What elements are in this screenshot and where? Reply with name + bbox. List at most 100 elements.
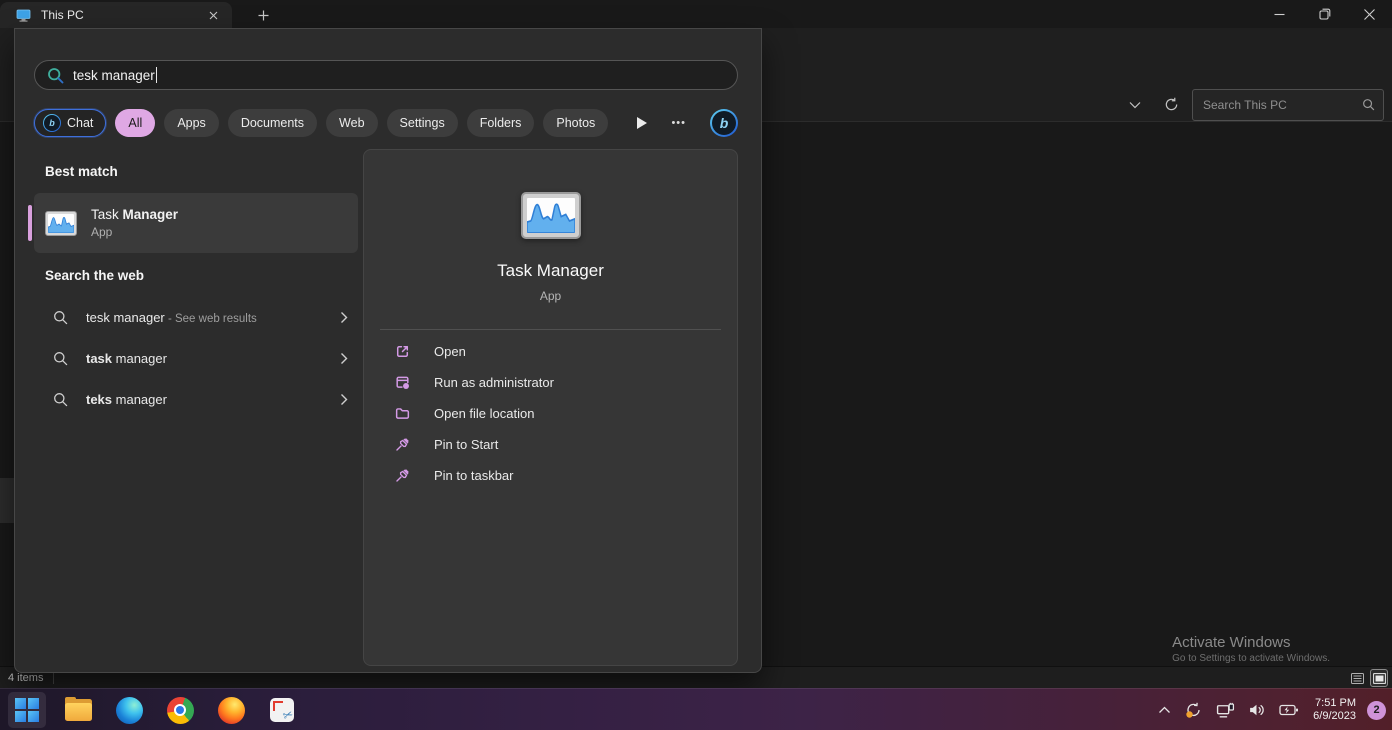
web-suggestion-row[interactable]: task manager [34,338,358,378]
action-pin-to-taskbar[interactable]: Pin to taskbar [364,460,737,491]
task-manager-icon-large [521,192,581,239]
web-suggestion-row[interactable]: teks manager [34,379,358,419]
pin-to-taskbar-icon [394,467,411,484]
chip-settings[interactable]: Settings [387,109,458,137]
snipping-tool-button[interactable]: ✂ [263,692,301,728]
search-filter-chips: b Chat All Apps Documents Web Settings F… [34,108,744,138]
action-label: Open [434,344,466,359]
tab-close-icon[interactable] [204,6,222,24]
notification-badge[interactable]: 2 [1367,701,1386,720]
file-explorer-icon [65,699,92,721]
chrome-icon [167,697,194,724]
window-controls [1257,0,1392,28]
network-button[interactable] [1213,695,1238,725]
clock-time: 7:51 PM [1313,697,1356,710]
chevron-up-icon [1158,706,1171,714]
volume-button[interactable] [1245,695,1269,725]
app-name-prefix: Task [91,207,123,222]
chip-apps-label: Apps [177,116,206,130]
action-open-file-location[interactable]: Open file location [364,398,737,429]
taskbar-clock[interactable]: 7:51 PM 6/9/2023 [1313,697,1356,723]
edge-button[interactable] [110,692,148,728]
chip-all[interactable]: All [115,109,155,137]
restore-button[interactable] [1302,0,1347,28]
action-run-as-administrator[interactable]: Run as administrator [364,367,737,398]
pin-to-start-icon [394,436,411,453]
speaker-icon [1248,702,1266,718]
nav-pane-fragment [0,478,14,523]
best-match-text: Task Manager App [91,207,178,239]
minimize-button[interactable] [1257,0,1302,28]
app-name-matched: Manager [123,207,179,222]
task-manager-icon [45,211,77,236]
sync-icon [1184,701,1203,719]
close-button[interactable] [1347,0,1392,28]
chip-photos-label: Photos [556,116,595,130]
chip-chat-label: Chat [67,116,93,130]
search-icon [53,351,68,366]
firefox-icon [218,697,245,724]
battery-button[interactable] [1276,695,1302,725]
status-separator [53,672,54,684]
more-options-icon[interactable]: ••• [671,117,686,129]
chip-folders-label: Folders [480,116,522,130]
chrome-button[interactable] [161,692,199,728]
app-type-label: App [91,225,178,239]
this-pc-icon [16,9,31,22]
chip-apps[interactable]: Apps [164,109,219,137]
battery-charging-icon [1279,703,1299,717]
file-explorer-button[interactable] [59,692,97,728]
web-suggestion-row[interactable]: tesk manager - See web results [34,297,358,337]
explorer-tab-this-pc[interactable]: This PC [0,2,232,28]
chip-all-label: All [128,116,142,130]
explorer-search-box[interactable] [1192,89,1384,121]
chip-documents-label: Documents [241,116,304,130]
new-tab-button[interactable] [252,5,274,25]
search-icon [1362,98,1375,111]
chip-photos[interactable]: Photos [543,109,608,137]
search-the-web-heading: Search the web [45,268,144,283]
chip-folders[interactable]: Folders [467,109,535,137]
search-query-text: tesk manager [73,68,155,83]
network-icon [1216,702,1235,719]
refresh-icon[interactable] [1156,91,1186,119]
explorer-tab-bar: This PC [0,0,1392,28]
details-view-icon[interactable] [1348,669,1366,687]
snipping-tool-icon: ✂ [270,698,294,722]
item-count-label: 4 items [8,672,43,684]
preview-divider [380,329,721,330]
windows-search-flyout: tesk manager b Chat All Apps Documents W… [14,28,762,673]
action-pin-to-start[interactable]: Pin to Start [364,429,737,460]
run-as-administrator-icon [394,374,411,391]
open-file-location-icon [394,405,411,422]
action-open[interactable]: Open [364,336,737,367]
chevron-down-icon[interactable] [1120,91,1150,119]
result-preview-panel: Task Manager App Open Run as administrat… [363,149,738,666]
large-icons-view-icon[interactable] [1370,669,1388,687]
play-icon[interactable] [637,117,647,129]
chip-web-label: Web [339,116,364,130]
best-match-result-task-manager[interactable]: Task Manager App [34,193,358,253]
firefox-button[interactable] [212,692,250,728]
search-icon [53,392,68,407]
explorer-search-input[interactable] [1203,98,1362,112]
tab-title: This PC [41,8,204,22]
preview-app-type: App [364,289,737,303]
chip-chat[interactable]: b Chat [34,109,106,137]
chip-documents[interactable]: Documents [228,109,317,137]
clock-date: 6/9/2023 [1313,710,1356,723]
preview-app-title: Task Manager [364,261,737,281]
chevron-right-icon [340,393,348,406]
action-label: Open file location [434,406,534,421]
view-toggles [1348,668,1388,688]
search-input[interactable]: tesk manager [34,60,738,90]
taskbar-app-icons: ✂ [8,691,301,729]
tray-overflow-button[interactable] [1155,695,1174,725]
chevron-right-icon [340,311,348,324]
taskbar: ✂ [0,688,1392,730]
bing-chat-icon[interactable]: b [710,109,738,137]
sync-status-button[interactable] [1181,695,1206,725]
chip-web[interactable]: Web [326,109,377,137]
start-button[interactable] [8,692,46,728]
edge-icon [116,697,143,724]
